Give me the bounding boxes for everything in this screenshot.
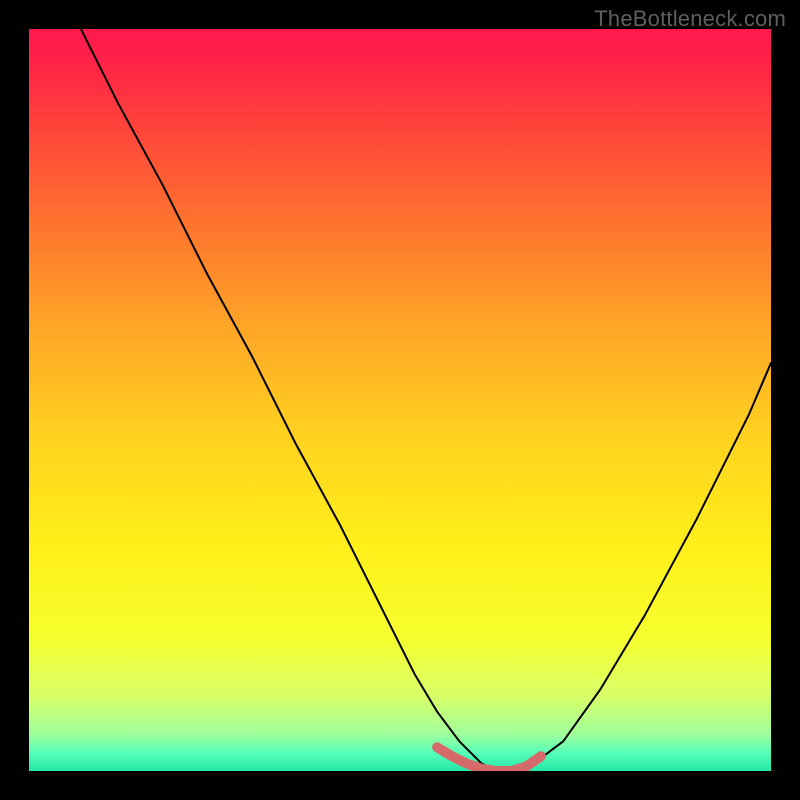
watermark-label: TheBottleneck.com bbox=[594, 6, 786, 32]
bottleneck-plot-svg bbox=[29, 29, 771, 771]
heat-gradient-background bbox=[29, 29, 771, 771]
chart-frame: TheBottleneck.com bbox=[0, 0, 800, 800]
plot-area bbox=[29, 29, 771, 771]
